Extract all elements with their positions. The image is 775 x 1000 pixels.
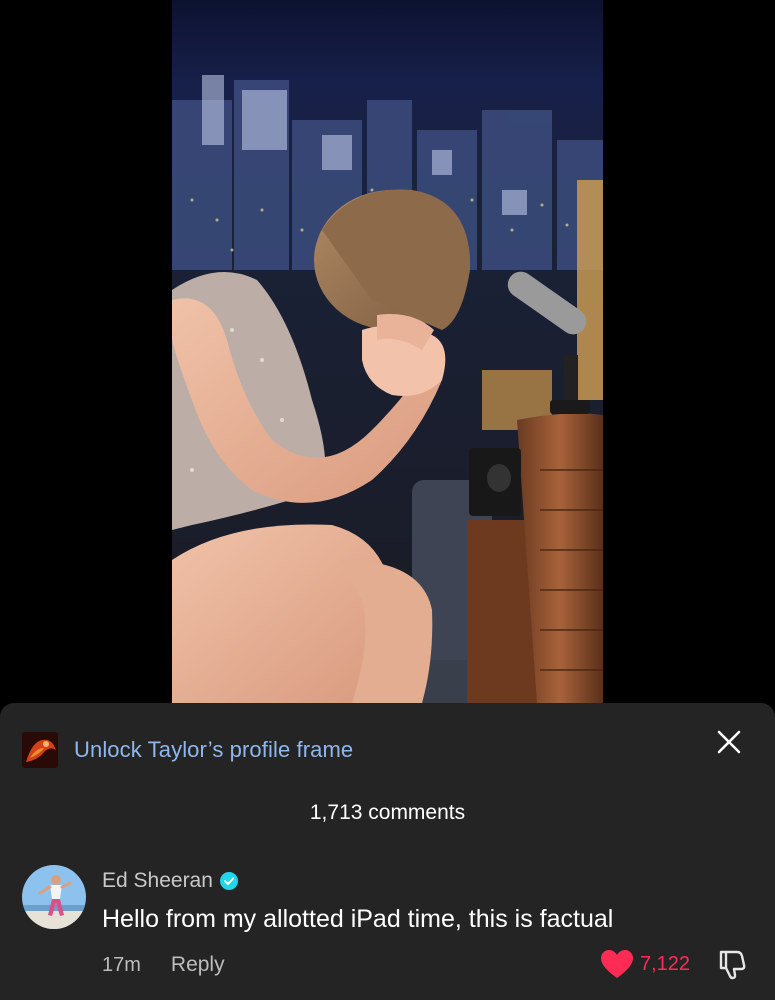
app-screen: Unlock Taylor’s profile frame 1,713 comm… <box>0 0 775 1000</box>
comments-count: 1,713 comments <box>309 801 466 824</box>
comment-meta: 17m Reply <box>102 953 225 977</box>
thumbs-down-icon <box>719 950 746 980</box>
video-frame <box>172 0 603 703</box>
avatar[interactable] <box>22 865 86 929</box>
comment-item: Ed Sheeran Hello from my allotted iPad t… <box>22 865 757 985</box>
dislike-button[interactable] <box>715 948 747 980</box>
verified-badge-icon <box>219 872 238 890</box>
profile-frame-promo-label: Unlock Taylor’s profile frame <box>74 737 354 762</box>
like-button[interactable]: 7,122 <box>600 949 690 979</box>
comment-author-row: Ed Sheeran <box>102 869 238 893</box>
close-button[interactable] <box>712 725 746 759</box>
like-count: 7,122 <box>640 952 691 975</box>
comment-text: Hello from my allotted iPad time, this i… <box>102 905 614 933</box>
heart-icon <box>601 950 633 978</box>
close-icon <box>717 730 741 754</box>
profile-frame-promo[interactable]: Unlock Taylor’s profile frame <box>22 731 353 769</box>
comment-author-name[interactable]: Ed Sheeran <box>102 869 213 893</box>
comments-sheet: Unlock Taylor’s profile frame 1,713 comm… <box>0 703 775 1000</box>
video-player[interactable] <box>172 0 603 703</box>
profile-frame-thumbnail-icon <box>22 732 58 768</box>
reply-button[interactable]: Reply <box>171 953 225 977</box>
comment-timestamp: 17m <box>102 953 141 976</box>
